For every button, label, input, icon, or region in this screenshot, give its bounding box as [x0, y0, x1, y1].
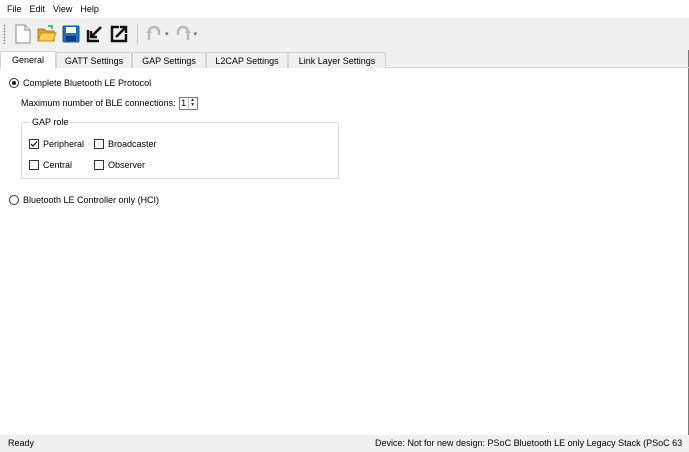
max-connections-spinbox[interactable]: 1 ▲ ▼ — [178, 96, 198, 110]
radio-selected-dot — [12, 81, 16, 85]
export-button[interactable] — [108, 23, 130, 45]
observer-option[interactable]: Observer — [94, 158, 145, 172]
redo-dropdown-icon[interactable]: ▾ — [194, 30, 198, 38]
menu-edit[interactable]: Edit — [26, 0, 50, 18]
broadcaster-label: Broadcaster — [108, 139, 157, 149]
status-bar: Ready Device: Not for new design: PSoC B… — [0, 435, 689, 452]
open-folder-icon — [37, 25, 57, 42]
menu-file[interactable]: File — [3, 0, 26, 18]
import-icon — [86, 26, 102, 43]
broadcaster-checkbox[interactable] — [94, 139, 104, 149]
gap-role-group: GAP role Peripheral Broadcaster Central — [21, 115, 339, 179]
app-window: File Edit View Help ▾ ▾ General GATT Set… — [0, 0, 689, 452]
menu-help[interactable]: Help — [76, 0, 103, 18]
save-icon — [62, 25, 80, 43]
observer-checkbox[interactable] — [94, 160, 104, 170]
import-button[interactable] — [84, 23, 106, 45]
gap-role-title: GAP role — [30, 115, 71, 129]
max-connections-row: Maximum number of BLE connections: 1 ▲ ▼ — [21, 96, 198, 110]
tab-link-layer-settings[interactable]: Link Layer Settings — [288, 52, 386, 68]
redo-icon — [176, 25, 191, 40]
controller-only-label: Bluetooth LE Controller only (HCI) — [23, 195, 160, 205]
undo-button[interactable] — [143, 23, 165, 45]
toolbar: ▾ ▾ — [0, 18, 689, 50]
tab-general[interactable]: General — [0, 51, 56, 69]
open-button[interactable] — [36, 23, 58, 45]
toolbar-separator — [137, 24, 138, 44]
central-option[interactable]: Central — [29, 158, 72, 172]
tab-gap-settings[interactable]: GAP Settings — [132, 52, 206, 68]
device-status-text: Device: Not for new design: PSoC Bluetoo… — [375, 438, 683, 448]
undo-icon — [146, 25, 161, 40]
peripheral-label: Peripheral — [43, 139, 85, 149]
controller-only-radio[interactable] — [9, 195, 19, 205]
toolbar-grip[interactable] — [3, 24, 6, 44]
peripheral-option[interactable]: Peripheral — [29, 137, 84, 151]
new-file-icon — [15, 24, 31, 44]
tab-l2cap-settings[interactable]: L2CAP Settings — [206, 52, 288, 68]
spin-down-arrow-icon[interactable]: ▼ — [189, 103, 197, 109]
observer-label: Observer — [108, 160, 146, 170]
broadcaster-option[interactable]: Broadcaster — [94, 137, 157, 151]
export-icon — [110, 25, 128, 43]
menu-bar: File Edit View Help — [0, 0, 689, 18]
redo-button[interactable] — [172, 23, 194, 45]
tab-gatt-settings[interactable]: GATT Settings — [56, 52, 132, 68]
menu-view[interactable]: View — [49, 0, 76, 18]
general-tab-panel: Complete Bluetooth LE Protocol Maximum n… — [0, 68, 688, 435]
complete-protocol-radio[interactable] — [9, 78, 19, 88]
tab-strip: General GATT Settings GAP Settings L2CAP… — [0, 51, 689, 69]
new-file-button[interactable] — [12, 23, 34, 45]
checkmark-icon — [30, 141, 38, 147]
undo-dropdown-icon[interactable]: ▾ — [165, 30, 169, 38]
spin-arrows: ▲ ▼ — [187, 97, 197, 109]
max-connections-value[interactable]: 1 — [180, 98, 188, 109]
controller-only-option[interactable]: Bluetooth LE Controller only (HCI) — [9, 193, 159, 207]
status-text: Ready — [8, 438, 35, 448]
complete-protocol-option[interactable]: Complete Bluetooth LE Protocol — [9, 76, 151, 90]
central-checkbox[interactable] — [29, 160, 39, 170]
peripheral-checkbox[interactable] — [29, 139, 39, 149]
max-connections-label: Maximum number of BLE connections: — [21, 98, 176, 108]
save-button[interactable] — [60, 23, 82, 45]
central-label: Central — [43, 160, 73, 170]
complete-protocol-label: Complete Bluetooth LE Protocol — [23, 78, 152, 88]
